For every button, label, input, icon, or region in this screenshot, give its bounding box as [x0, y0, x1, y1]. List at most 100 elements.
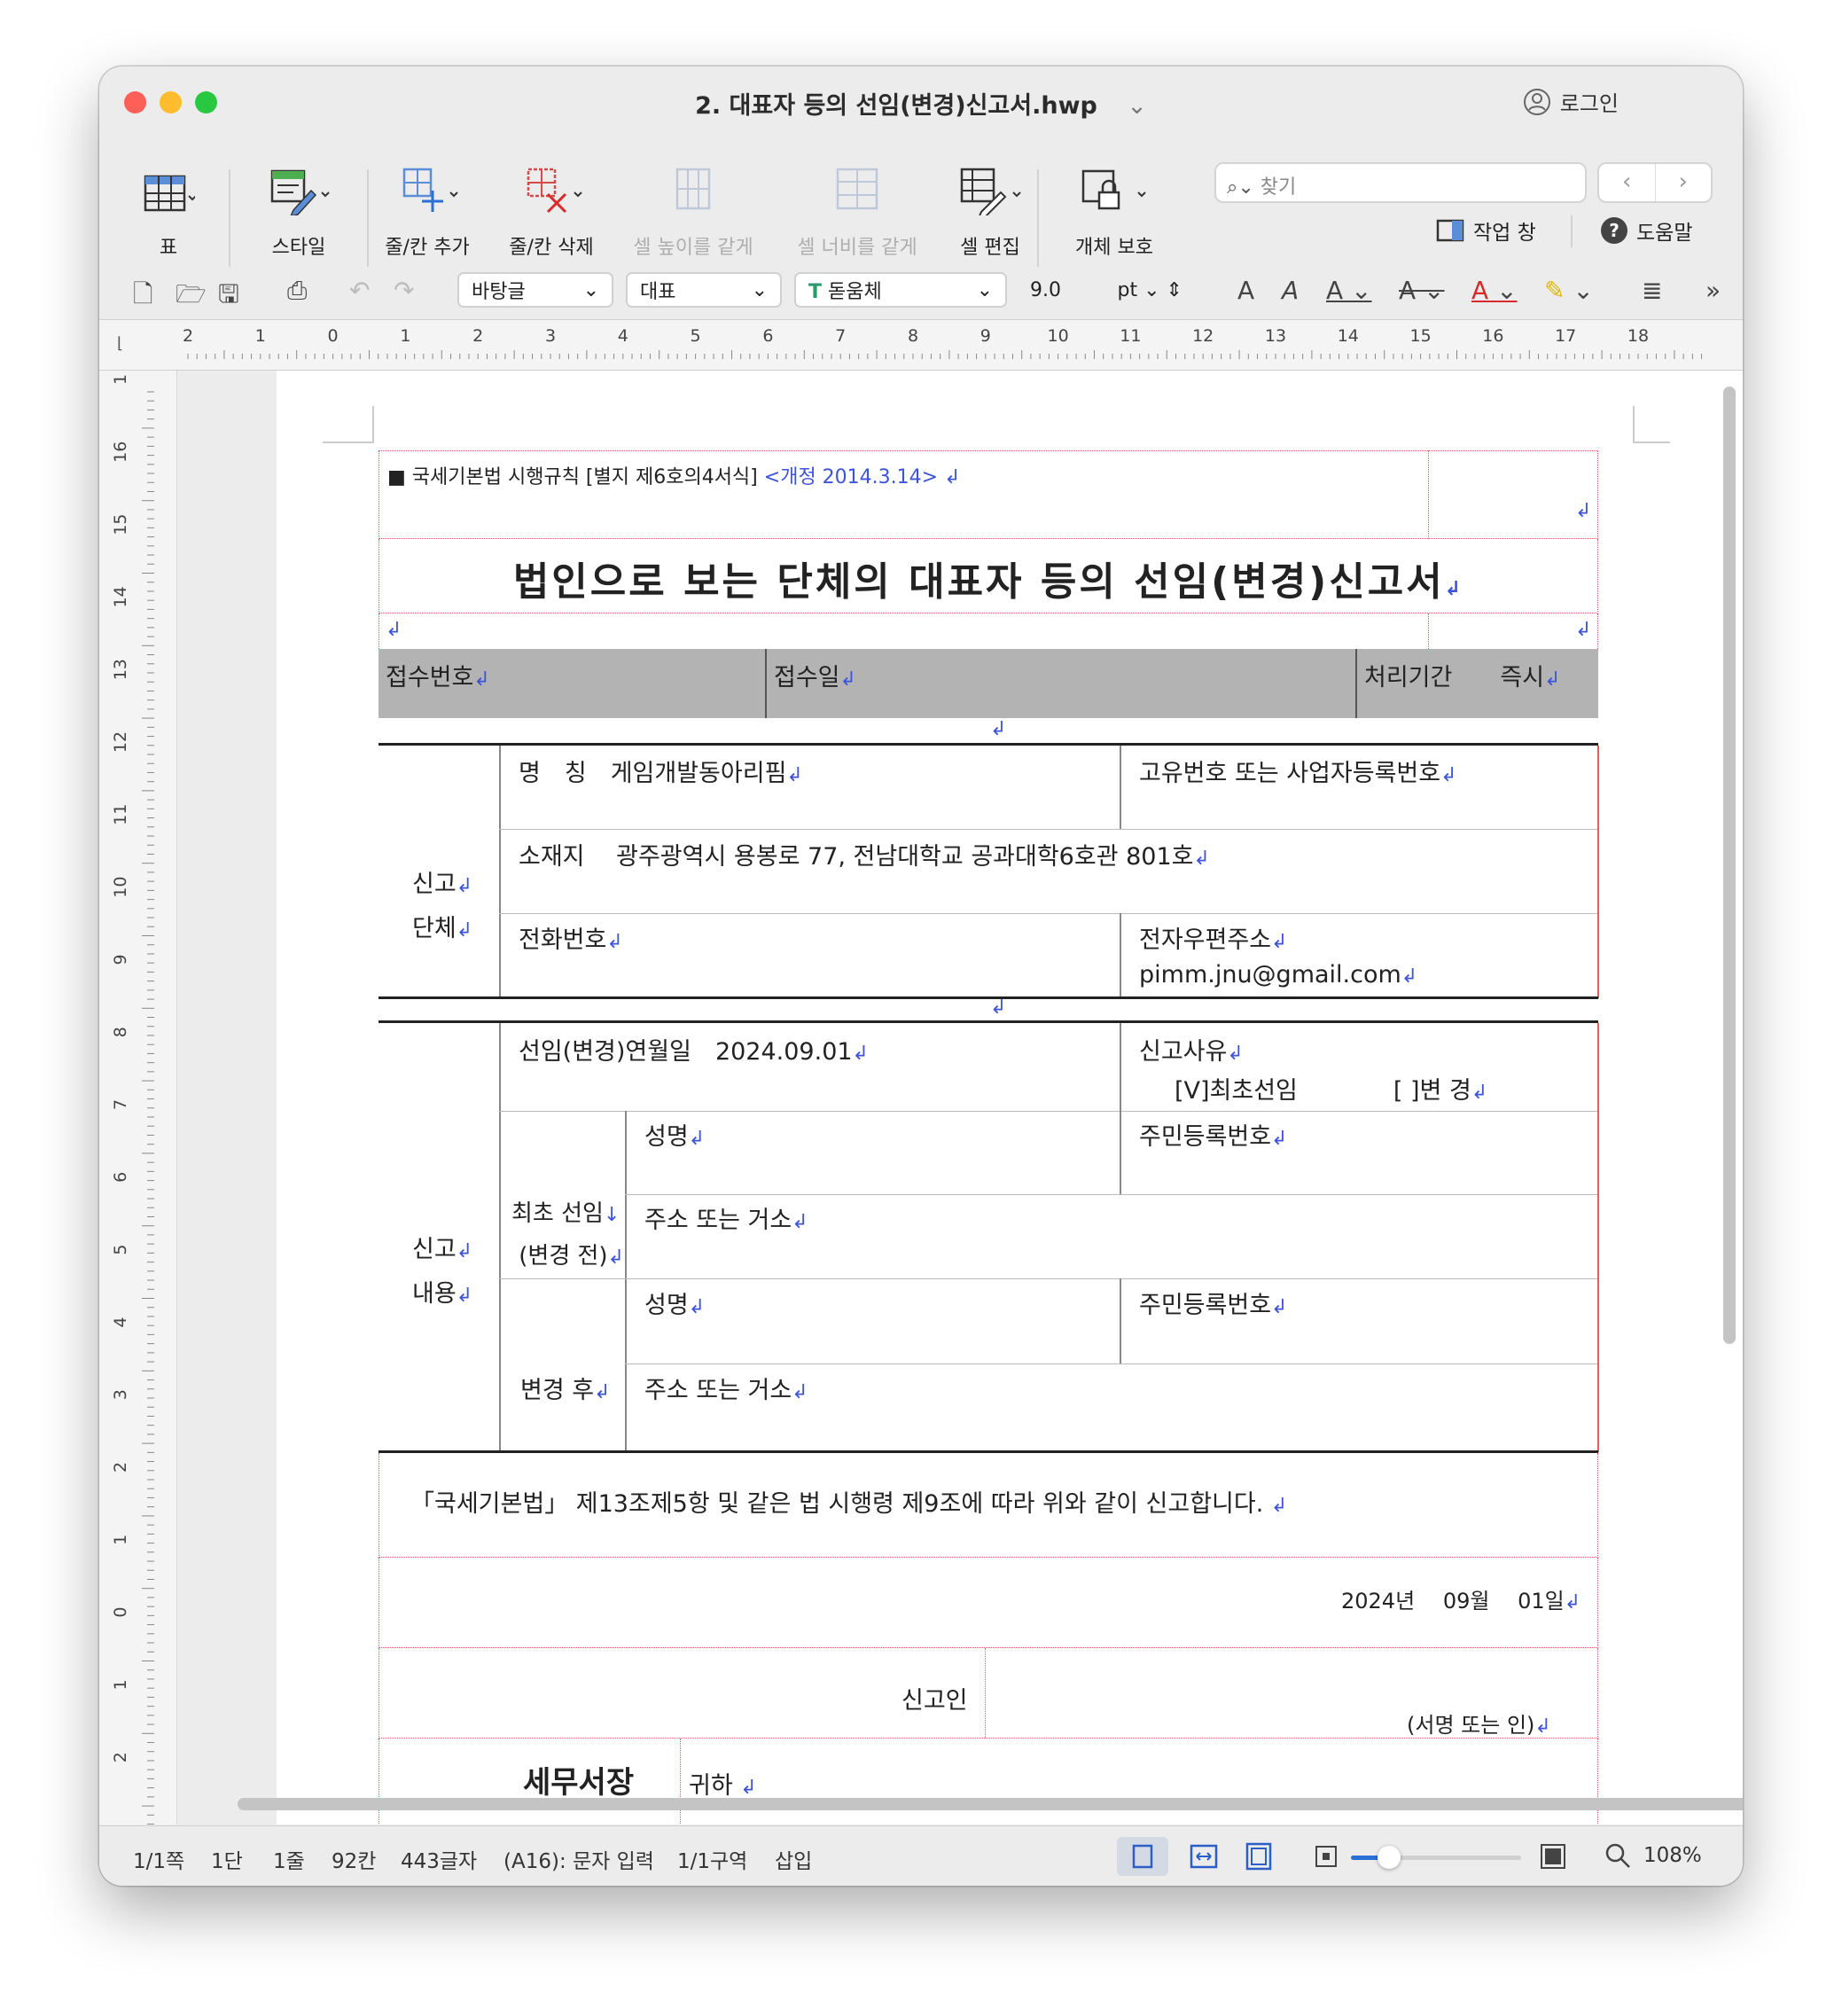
- before-label: 최초 선임↓ (변경 전)↲: [511, 1200, 625, 1270]
- italic-icon[interactable]: A: [1282, 276, 1299, 305]
- open-folder-icon[interactable]: 🗁: [176, 276, 207, 318]
- ruler-label: 2: [111, 1462, 130, 1473]
- underline-icon[interactable]: A ⌄: [1326, 276, 1372, 305]
- zoom-level[interactable]: 108%: [1643, 1844, 1702, 1867]
- strikethrough-icon[interactable]: A ⌄: [1399, 276, 1445, 305]
- new-document-icon[interactable]: 🗋: [133, 276, 153, 318]
- after-address-label: 주소 또는 거소↲: [644, 1377, 808, 1404]
- before-resident-label: 주민등록번호↲: [1139, 1123, 1288, 1151]
- zoom-slider[interactable]: [1351, 1846, 1521, 1869]
- fit-page-icon: [1245, 1842, 1272, 1871]
- page-view-button[interactable]: [1117, 1837, 1168, 1876]
- toolbar-divider: [1037, 169, 1039, 267]
- ruler-label: 1: [400, 326, 410, 346]
- ruler-label: 5: [111, 1245, 130, 1255]
- report-form: ■ 국세기본법 시행규칙 [별지 제6호의4서식] <개정 2014.3.14>…: [379, 371, 1602, 1825]
- document-canvas[interactable]: ■ 국세기본법 시행규칙 [별지 제6호의4서식] <개정 2014.3.14>…: [177, 371, 1743, 1825]
- ruler-label: 12: [111, 731, 130, 753]
- ruler-label: 3: [111, 1389, 130, 1400]
- after-resident-label: 주민등록번호↲: [1139, 1292, 1288, 1319]
- input-mode: (A16): 문자 입력: [503, 1850, 654, 1873]
- tax-office-label: 세무서장: [523, 1765, 635, 1801]
- email-label: 전자우편주소↲: [1139, 926, 1288, 954]
- search-navigation: ‹ ›: [1597, 162, 1713, 203]
- zoom-slider-thumb[interactable]: [1378, 1846, 1401, 1869]
- equal-height-button[interactable]: 셀 높이를 같게: [622, 145, 764, 260]
- insert-mode[interactable]: 삽입: [775, 1844, 812, 1874]
- object-protect-button[interactable]: 개체 보호: [1057, 145, 1172, 260]
- font-color-icon[interactable]: A ⌄: [1471, 276, 1518, 305]
- redo-icon[interactable]: ↷: [394, 276, 414, 305]
- highlight-icon[interactable]: ✎ ⌄: [1544, 276, 1594, 305]
- row-col-delete-icon: [527, 168, 582, 214]
- zoom-in-button[interactable]: [1535, 1839, 1571, 1879]
- ruler-label: 0: [328, 326, 339, 346]
- toolbar-divider: [367, 169, 369, 267]
- org-address-field: 소재지 광주광역시 용봉로 77, 전남대학교 공과대학6호관 801호↲: [519, 843, 1210, 871]
- paragraph-style-select[interactable]: 바탕글 ⌄: [457, 272, 613, 308]
- toolbar-divider: [229, 169, 230, 267]
- next-result-button[interactable]: ›: [1656, 164, 1712, 201]
- fit-page-button[interactable]: [1241, 1839, 1276, 1879]
- font-select[interactable]: T 돋움체 ⌄: [794, 272, 1007, 308]
- ruler-label: 17: [1555, 326, 1576, 346]
- bold-icon[interactable]: A: [1237, 276, 1254, 305]
- email-value: pimm.jnu@gmail.com↲: [1139, 961, 1418, 988]
- previous-result-button[interactable]: ‹: [1599, 164, 1655, 201]
- ruler-label: 16: [1482, 326, 1503, 346]
- reporter-label: 신고인: [901, 1687, 968, 1715]
- cell-edit-button[interactable]: 셀 편집: [941, 145, 1039, 260]
- search-input[interactable]: ⌕⌄ 찾기: [1214, 162, 1587, 203]
- chevron-down-icon: ⌄: [582, 278, 599, 301]
- ruler-label: 1: [111, 1679, 130, 1690]
- style-icon: [270, 169, 330, 215]
- row-col-add-icon: [402, 168, 458, 212]
- login-button[interactable]: 로그인: [1523, 86, 1619, 117]
- signature-label: (서명 또는 인)↲: [1407, 1713, 1551, 1738]
- table-button[interactable]: 표: [133, 145, 204, 260]
- format-bar: 🗋 🗁 🖫 ⎙ ↶ ↷ 바탕글 ⌄ 대표 ⌄ T 돋움체 ⌄ 9.0 pt ⌄ ⇕ A …: [99, 262, 1743, 315]
- equal-width-button[interactable]: 셀 너비를 같게: [782, 145, 933, 260]
- vertical-ruler[interactable]: 1161514131211109876543210123: [99, 371, 177, 1825]
- ruler-label: 18: [1627, 326, 1649, 346]
- phone-label: 전화번호↲: [519, 926, 623, 954]
- horizontal-scrollbar[interactable]: [238, 1798, 1743, 1810]
- header-note: ■ 국세기본법 시행규칙 [별지 제6호의4서식] <개정 2014.3.14>…: [387, 466, 961, 488]
- row-col-delete-button[interactable]: 줄/칸 삭제: [498, 145, 605, 260]
- ruler-label: 9: [980, 326, 991, 346]
- representative-select[interactable]: 대표 ⌄: [626, 272, 782, 308]
- ruler-label: 2: [183, 326, 193, 346]
- row-col-add-button[interactable]: 줄/칸 추가: [374, 145, 480, 260]
- ruler-label: 7: [835, 326, 846, 346]
- fit-width-button[interactable]: [1186, 1839, 1221, 1879]
- page-indicator[interactable]: 1/1쪽: [133, 1844, 184, 1874]
- chevron-down-icon: ⌄: [976, 278, 993, 301]
- ruler-label: 10: [1048, 326, 1069, 346]
- vertical-scrollbar[interactable]: [1723, 387, 1736, 1344]
- more-chevron-icon[interactable]: »: [1705, 276, 1721, 305]
- ruler-label: 5: [691, 326, 701, 346]
- style-button[interactable]: 스타일: [250, 145, 347, 260]
- table-icon: [144, 175, 195, 212]
- font-size-field[interactable]: 9.0 pt ⌄ ⇕: [1018, 272, 1195, 308]
- status-bar: 1/1쪽 1단 1줄 92칸 443글자 (A16): 문자 입력 1/1구역 …: [99, 1825, 1743, 1886]
- column-indicator: 1단: [211, 1850, 243, 1873]
- window-title[interactable]: 2. 대표자 등의 선임(변경)신고서.hwp ⌄: [99, 86, 1743, 121]
- undo-icon[interactable]: ↶: [349, 276, 370, 305]
- zoom-icon[interactable]: [1603, 1840, 1635, 1878]
- print-icon[interactable]: ⎙: [287, 276, 307, 306]
- ruler-label: 8: [111, 1027, 130, 1037]
- document-page[interactable]: ■ 국세기본법 시행규칙 [별지 제6호의4서식] <개정 2014.3.14>…: [277, 371, 1743, 1825]
- title-bar: 2. 대표자 등의 선임(변경)신고서.hwp ⌄ 로그인: [99, 66, 1743, 145]
- chevron-down-icon[interactable]: ⌄: [1127, 92, 1147, 120]
- help-button[interactable]: ? 도움말: [1601, 215, 1692, 246]
- unique-number-label: 고유번호 또는 사업자등록번호↲: [1139, 760, 1457, 787]
- save-icon[interactable]: 🖫: [218, 276, 239, 318]
- horizontal-ruler[interactable]: ⌊ 2 1 0 1 2 3 4 5 6 7 8 9 10 11 12 13 14 15 16 17 18: [99, 319, 1743, 371]
- ruler-label: 9: [111, 954, 130, 965]
- align-justify-icon[interactable]: ≣: [1642, 276, 1662, 305]
- zoom-out-button[interactable]: [1308, 1839, 1344, 1879]
- task-pane-icon: [1436, 219, 1464, 242]
- task-pane-button[interactable]: 작업 창: [1436, 215, 1536, 246]
- char-count: 443글자: [401, 1850, 478, 1873]
